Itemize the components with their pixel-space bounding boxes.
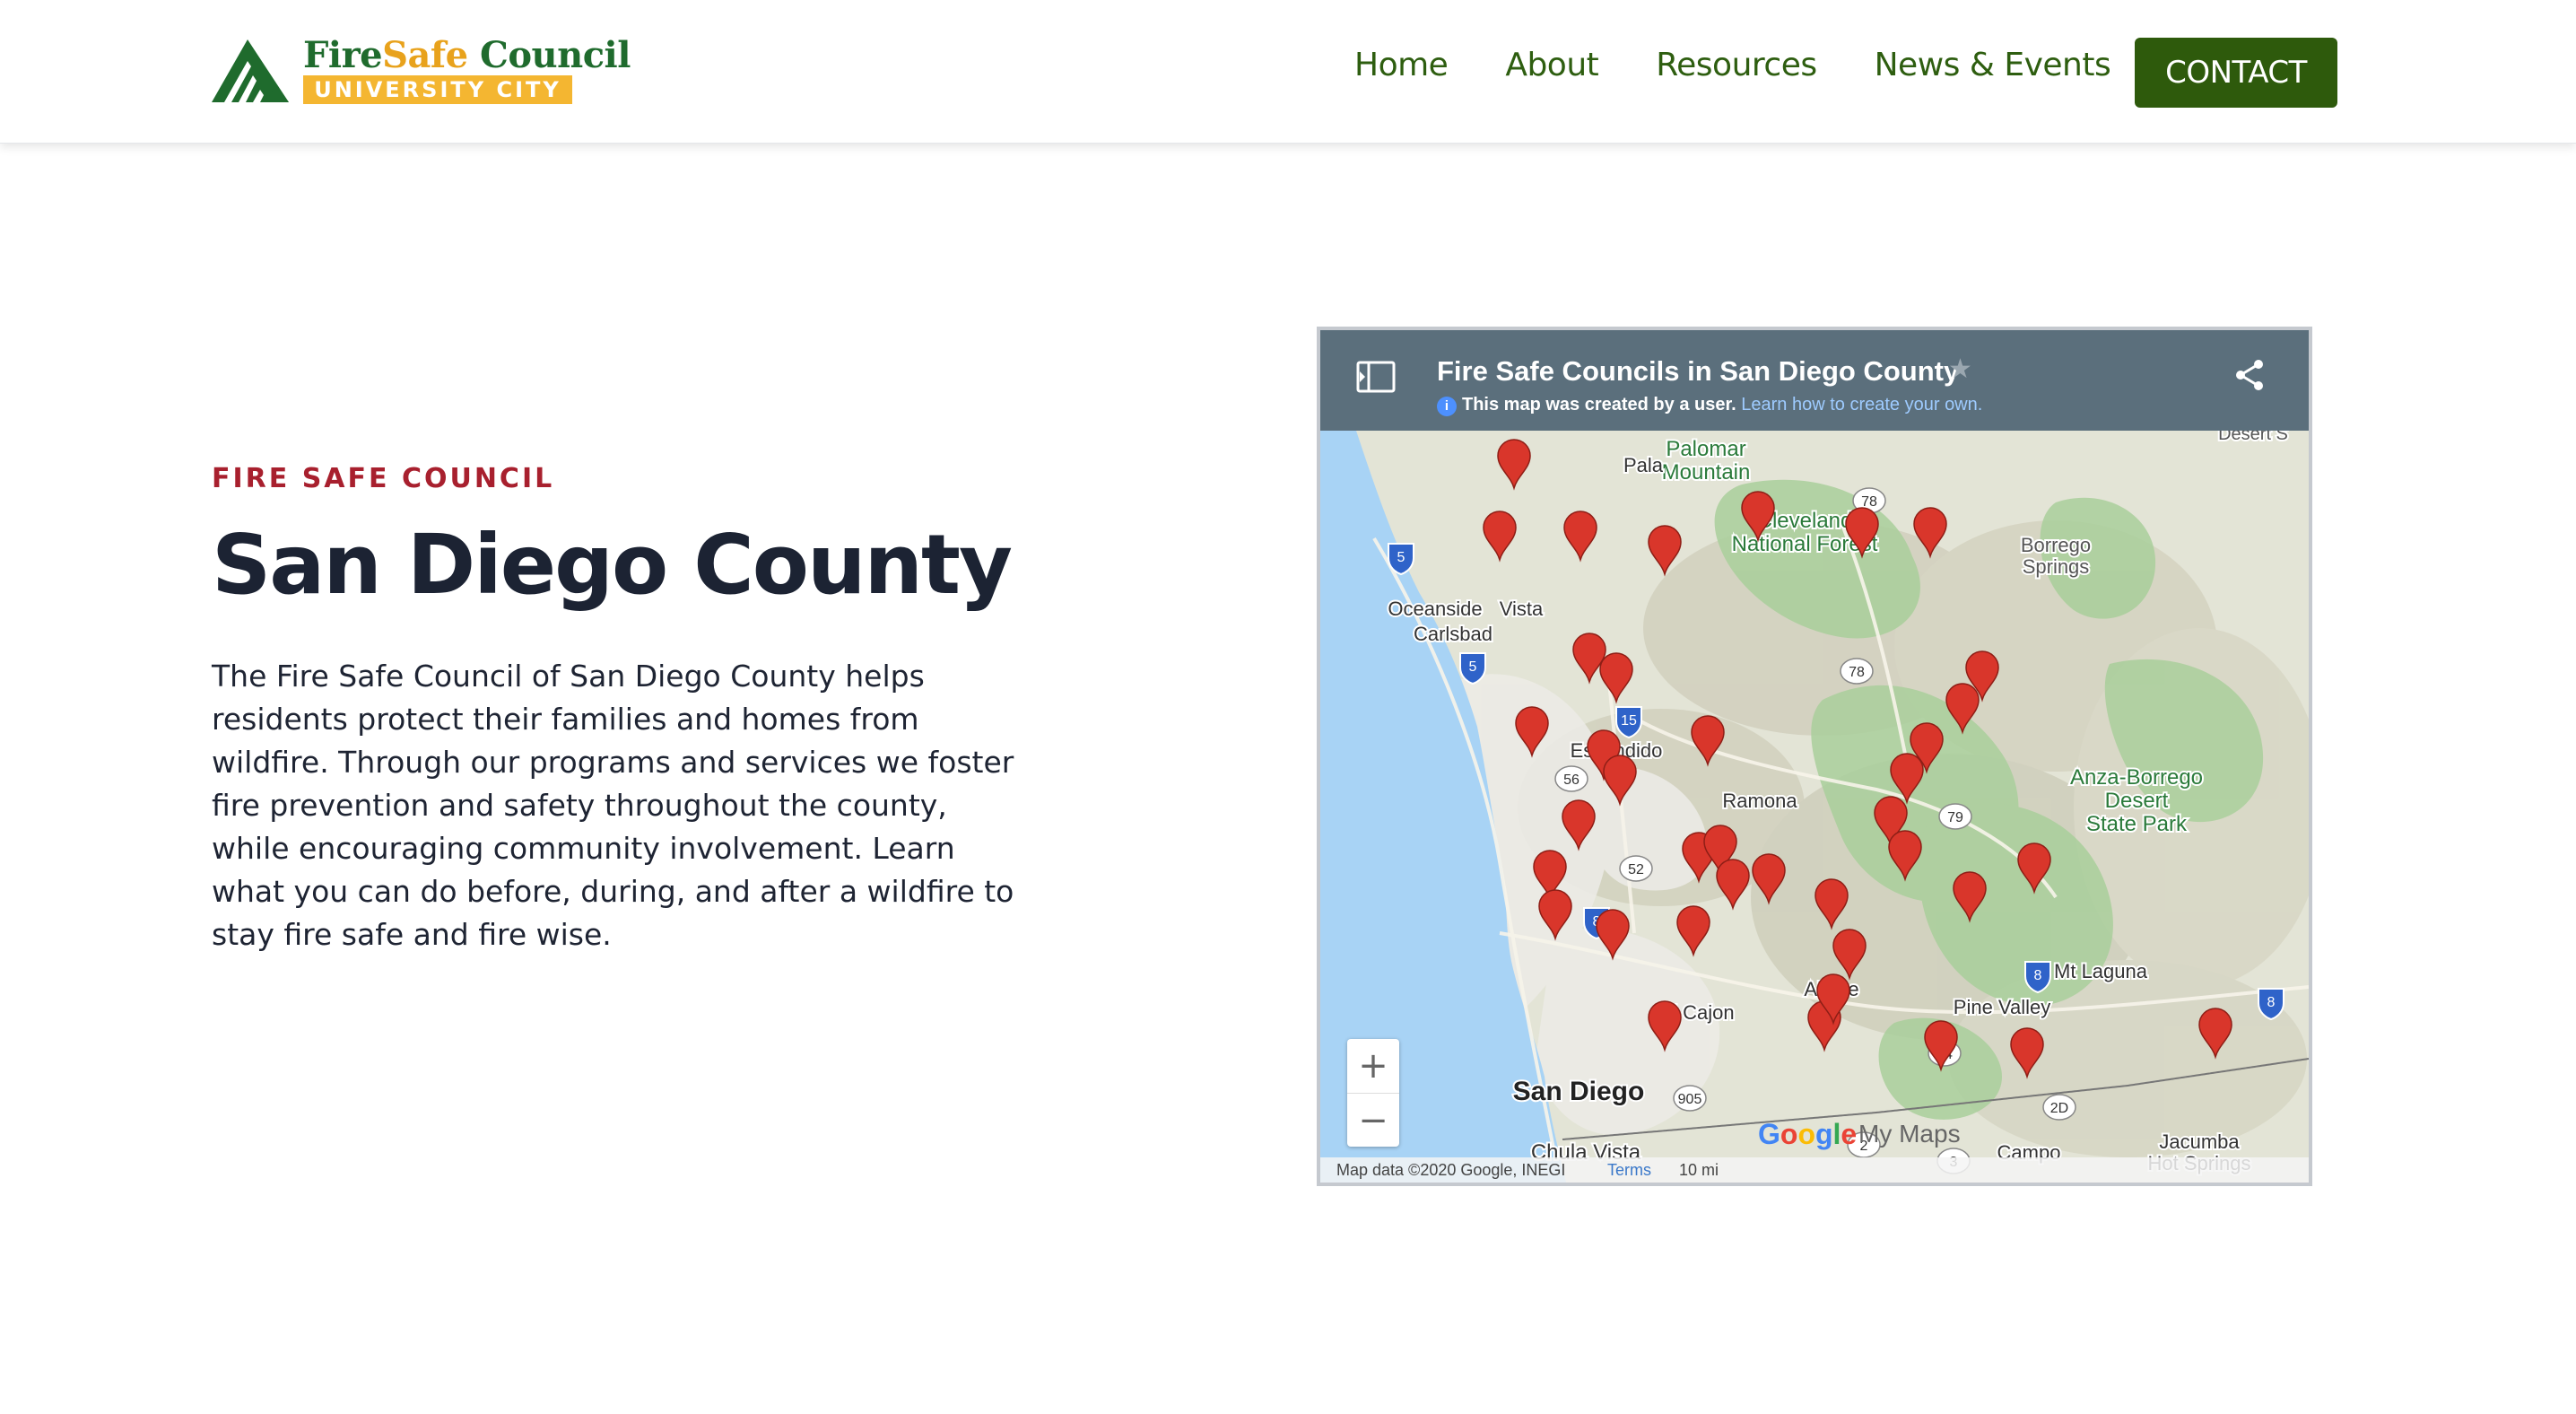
learn-link[interactable]: Learn how to create your own.: [1741, 395, 1982, 415]
mymaps-label: My Maps: [1858, 1120, 1961, 1148]
svg-text:78: 78: [1849, 665, 1865, 680]
logo-subtitle: UNIVERSITY CITY: [303, 75, 572, 104]
nav-news-events[interactable]: News & Events: [1875, 47, 2111, 83]
map-place-label: Carlsbad: [1414, 623, 1493, 645]
map-place-label: Pala: [1623, 454, 1664, 476]
map-canvas[interactable]: Palomar MountainPalaCleveland National For…: [1320, 431, 2309, 1186]
nav-resources[interactable]: Resources: [1656, 47, 1817, 83]
embedded-map[interactable]: Fire Safe Councils in San Diego County ★…: [1317, 327, 2312, 1186]
map-subtitle: i This map was created by a user. Learn h…: [1437, 395, 1982, 416]
section-eyebrow: FIRE SAFE COUNCIL: [212, 463, 555, 494]
map-place-label: Palomar Mountain: [1662, 437, 1751, 484]
main-nav: Home About Resources News & Events: [1354, 47, 2168, 83]
svg-text:8: 8: [2267, 995, 2276, 1010]
map-place-label: Colonia LuisEcheverría: [2100, 1183, 2208, 1186]
svg-text:79: 79: [1947, 810, 1963, 825]
nav-about[interactable]: About: [1505, 47, 1598, 83]
logo-mountain-icon: [212, 39, 289, 102]
map-footer: Map data ©2020 Google, INEGI Terms 10 mi: [1320, 1157, 2309, 1183]
highway-shield: 2D: [2042, 1094, 2076, 1121]
highway-shield: 905: [1673, 1085, 1707, 1112]
map-attribution: Map data ©2020 Google, INEGI: [1336, 1161, 1566, 1179]
zoom-in-button[interactable]: +: [1347, 1039, 1399, 1093]
scale-label: 10 mi: [1679, 1161, 1719, 1179]
map-place-label: Oceanside: [1388, 598, 1482, 620]
logo-wordmark: FireSafe Council: [303, 34, 631, 76]
contact-button[interactable]: CONTACT: [2135, 38, 2337, 108]
map-place-label: Desert S: [2218, 431, 2288, 444]
highway-shield: 56: [1554, 765, 1588, 792]
map-place-label: Mt Laguna: [2054, 960, 2148, 982]
map-subtitle-text: This map was created by a user.: [1462, 395, 1736, 415]
svg-text:2D: 2D: [2050, 1101, 2068, 1116]
google-logo: Google: [1758, 1118, 1858, 1150]
map-place-label: San Diego: [1513, 1077, 1645, 1106]
share-icon[interactable]: [2233, 359, 2266, 391]
map-header-bar: Fire Safe Councils in San Diego County ★…: [1320, 330, 2309, 431]
sidebar-toggle-icon[interactable]: [1356, 361, 1396, 393]
svg-text:5: 5: [1397, 550, 1405, 565]
highway-shield: 79: [1938, 803, 1972, 830]
site-header: FireSafe Council UNIVERSITY CITY Home Ab…: [0, 0, 2576, 144]
highway-shield: 78: [1840, 658, 1874, 685]
map-place-label: Ramona: [1722, 790, 1797, 812]
site-logo[interactable]: FireSafe Council UNIVERSITY CITY: [212, 34, 631, 106]
highway-shield: 52: [1619, 855, 1653, 882]
svg-text:905: 905: [1678, 1092, 1702, 1107]
svg-text:52: 52: [1628, 862, 1644, 877]
svg-text:5: 5: [1469, 659, 1477, 675]
svg-text:8: 8: [2034, 968, 2042, 983]
svg-text:56: 56: [1563, 772, 1580, 788]
nav-home[interactable]: Home: [1354, 47, 1449, 83]
star-icon[interactable]: ★: [1948, 354, 1972, 385]
page-title: San Diego County: [212, 517, 1013, 613]
map-place-label: Pine Valley: [1954, 996, 2050, 1018]
map-title: Fire Safe Councils in San Diego County: [1437, 355, 1960, 387]
map-place-label: Borrego Springs: [2021, 534, 2091, 578]
zoom-out-button[interactable]: −: [1347, 1094, 1399, 1148]
svg-text:15: 15: [1621, 713, 1637, 729]
terms-link[interactable]: Terms: [1607, 1161, 1651, 1180]
info-icon: i: [1437, 397, 1457, 416]
zoom-controls: + −: [1347, 1039, 1399, 1147]
intro-paragraph: The Fire Safe Council of San Diego Count…: [212, 659, 1014, 952]
map-place-label: Vista: [1500, 598, 1544, 620]
